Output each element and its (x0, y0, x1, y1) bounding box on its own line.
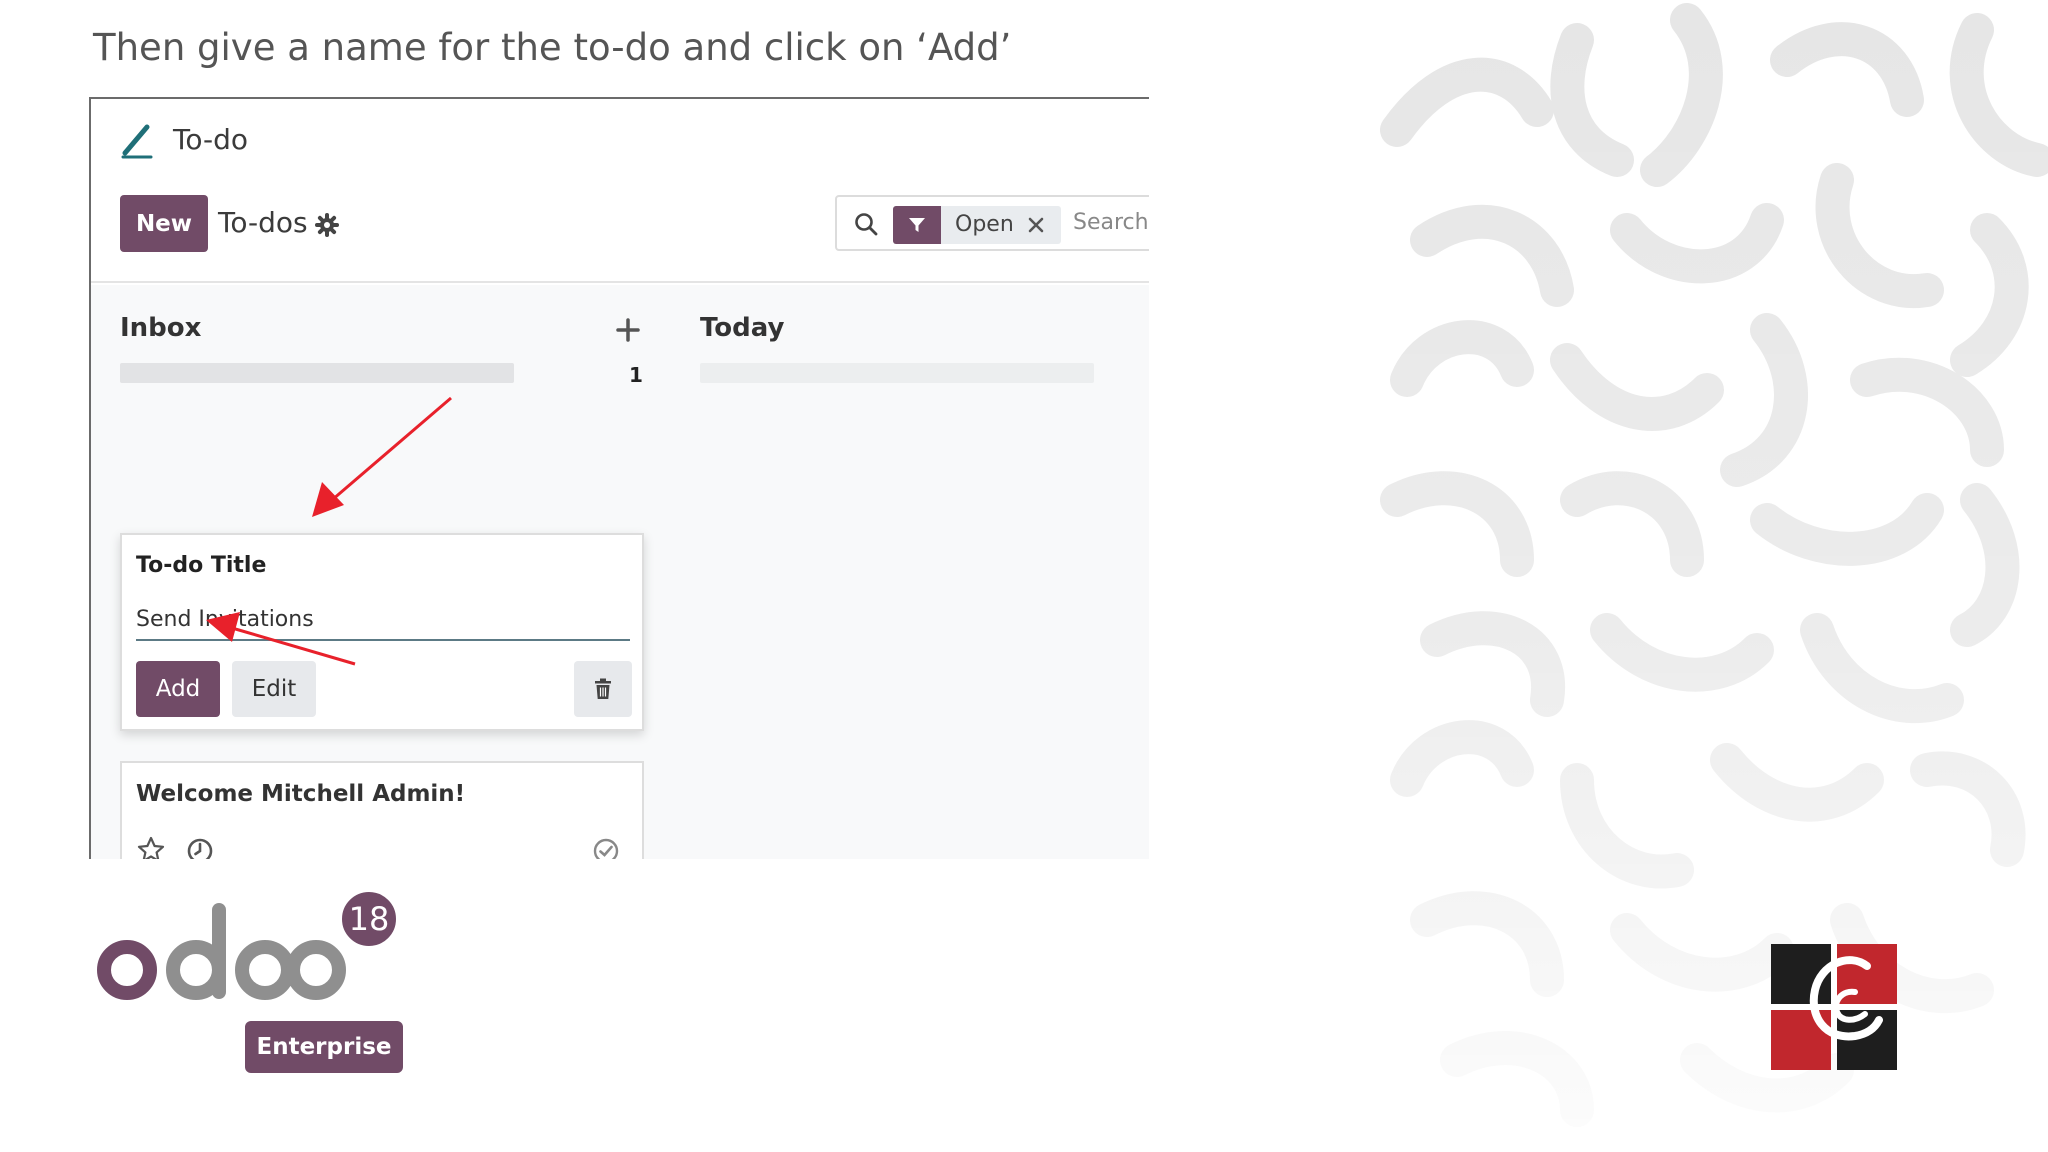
column-title-inbox: Inbox (120, 313, 202, 343)
slide: Then give a name for the to-do and click… (0, 0, 2048, 1152)
delete-button[interactable] (574, 661, 632, 717)
slide-title: Then give a name for the to-do and click… (93, 26, 1012, 69)
column-count-inbox: 1 (629, 363, 643, 387)
add-button[interactable]: Add (136, 661, 220, 717)
gear-icon[interactable] (315, 213, 339, 237)
odoo-edition-badge: Enterprise (245, 1021, 403, 1073)
new-button[interactable]: New (120, 195, 208, 252)
check-circle-icon[interactable] (592, 837, 620, 859)
facet-label: Open (955, 212, 1014, 237)
search-icon[interactable] (853, 211, 879, 237)
edit-button[interactable]: Edit (232, 661, 316, 717)
pencil-icon (121, 124, 153, 159)
search-input[interactable]: Search (1073, 210, 1149, 235)
app-header: To-do (91, 99, 1149, 183)
plus-icon[interactable] (615, 317, 641, 343)
kanban-board: Inbox 1 Today To-do Title Add Edit (91, 285, 1149, 859)
column-progress-bar-inbox[interactable] (120, 363, 514, 383)
todo-title-input[interactable] (136, 599, 630, 641)
brand-logo (1771, 944, 1897, 1070)
filter-facet-icon (893, 206, 941, 244)
filter-icon (909, 218, 925, 232)
app-screenshot: To-do New To-dos Open Search Inbox 1 Tod… (89, 97, 1149, 859)
trash-icon (595, 678, 611, 699)
column-progress-bar-today (700, 363, 1094, 383)
app-name[interactable]: To-do (173, 123, 248, 156)
search-facet: Open (941, 206, 1061, 244)
card-title: Welcome Mitchell Admin! (136, 781, 466, 807)
odoo-version-badge: 18 (338, 888, 400, 950)
close-icon[interactable] (1025, 214, 1047, 236)
quick-create-card: To-do Title Add Edit (120, 533, 644, 731)
search-bar[interactable]: Open Search (835, 195, 1149, 251)
clock-icon[interactable] (186, 837, 214, 859)
breadcrumb: To-dos (218, 206, 308, 239)
kanban-card[interactable]: Welcome Mitchell Admin! (120, 761, 644, 859)
todo-title-label: To-do Title (136, 553, 267, 578)
column-title-today: Today (700, 313, 785, 343)
pattern-fade (1367, 0, 2048, 1152)
star-icon[interactable] (136, 835, 166, 859)
